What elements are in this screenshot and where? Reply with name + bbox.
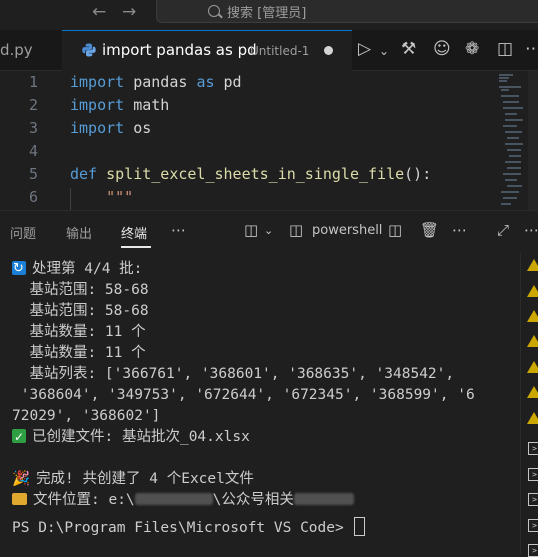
check-icon — [12, 427, 26, 448]
terminal-instance-icon[interactable]: > — [528, 493, 538, 506]
editor-scrollbar[interactable] — [528, 71, 538, 210]
warning-icon[interactable] — [527, 310, 538, 322]
shell-name[interactable]: powershell — [312, 223, 382, 238]
line-number: 1 — [28, 73, 38, 91]
code-line[interactable]: 4 — [0, 140, 500, 163]
line-number: 5 — [28, 165, 38, 183]
terminal-line: 🎉 完成! 共创建了 4 个Excel文件 — [12, 471, 254, 487]
arrow-right-icon[interactable]: → — [122, 2, 136, 22]
split-editor-icon[interactable]: ◫ — [497, 39, 513, 59]
terminal-line: 基站数量: 11 个 — [12, 345, 146, 361]
chevron-down-icon[interactable]: ⌄ — [264, 224, 273, 237]
warning-icon[interactable] — [527, 412, 538, 424]
redacted-text — [293, 493, 354, 505]
terminal-line: 处理第 4/4 批: — [12, 258, 142, 280]
more-icon[interactable]: ⋯ — [525, 39, 538, 59]
party-popper-icon: 🎉 — [12, 471, 31, 487]
hammer-icon[interactable]: ⚒ — [401, 39, 416, 59]
tab-terminal[interactable]: 终端 — [121, 223, 147, 242]
more-icon[interactable]: ⋯ — [452, 221, 467, 239]
tab-description: Untitled-1 — [250, 44, 310, 58]
tab-active-untitled[interactable]: import pandas as pd Untitled-1 — [62, 30, 352, 71]
line-number: 4 — [28, 142, 38, 160]
terminal-line: 已创建文件: 基站批次_04.xlsx — [12, 427, 250, 448]
terminal-icon[interactable]: ◫ — [289, 221, 303, 239]
new-terminal-split-icon[interactable]: ◫ — [244, 221, 258, 239]
warning-icon[interactable] — [527, 259, 538, 271]
tab-output[interactable]: 输出 — [66, 223, 92, 242]
code-line[interactable]: 3 import os — [0, 117, 500, 140]
code-editor[interactable]: 1 import pandas as pd 2 import math 3 import … — [0, 71, 538, 210]
line-number: 2 — [28, 96, 38, 114]
terminal-line: 基站范围: 58-68 — [12, 303, 149, 319]
tab-title: import pandas as pd — [102, 41, 257, 59]
warning-icon[interactable] — [527, 285, 538, 297]
line-number: 6 — [28, 188, 38, 206]
tab-label: d.py — [0, 41, 33, 59]
search-placeholder[interactable]: 搜索 [管理员] — [227, 2, 306, 21]
python-icon — [82, 43, 96, 57]
terminal-output[interactable]: 处理第 4/4 批: 基站范围: 58-68 基站范围: 58-68 基站数量:… — [0, 253, 520, 554]
code-line[interactable]: 1 import pandas as pd — [0, 71, 500, 94]
refresh-icon — [12, 258, 26, 279]
arrow-left-icon[interactable]: ← — [92, 2, 106, 22]
maximize-icon[interactable]: ⤢ — [497, 221, 509, 239]
code-text: def split_excel_sheets_in_single_file(): — [70, 165, 432, 183]
terminal-line: '368604', '349753', '672644', '672345', … — [12, 387, 475, 403]
trash-icon[interactable]: 🗑 — [420, 221, 439, 239]
code-text: import pandas as pd — [70, 73, 242, 91]
active-tab-indicator — [121, 246, 151, 248]
panel-header: 问题 输出 终端 ⋯ ◫ ⌄ ◫ powershell ◫ 🗑 ⋯ ⤢ ⋯ — [0, 210, 538, 253]
split-terminal-icon[interactable]: ◫ — [388, 221, 402, 239]
warning-icon[interactable] — [527, 335, 538, 347]
terminal-prompt: PS D:\Program Files\Microsoft VS Code> — [12, 517, 366, 538]
more-icon[interactable]: ⋯ — [524, 221, 538, 239]
tab-previous-file[interactable]: d.py — [0, 30, 62, 70]
redacted-text — [134, 493, 213, 505]
terminal-line: 基站列表: ['366761', '368601', '368635', '34… — [12, 366, 455, 382]
code-line[interactable]: 5 def split_excel_sheets_in_single_file()… — [0, 163, 500, 186]
minimap[interactable] — [497, 71, 525, 210]
warning-icon[interactable] — [527, 386, 538, 398]
terminal-line: 72029', '368602'] — [12, 408, 161, 424]
title-bar: ← → 搜索 [管理员] — [0, 0, 538, 30]
code-line[interactable]: 2 import math — [0, 94, 500, 117]
code-text: """ — [70, 188, 134, 206]
copilot-icon[interactable]: ☺ — [433, 39, 451, 59]
tab-problems[interactable]: 问题 — [10, 223, 36, 242]
editor-tab-bar: d.py import pandas as pd Untitled-1 ▷ ⌄ … — [0, 30, 538, 71]
unsaved-dot-icon[interactable] — [324, 46, 333, 55]
chevron-down-icon[interactable]: ⌄ — [379, 41, 389, 61]
terminal-tabs-strip: > > > > > — [520, 253, 538, 557]
code-text: import os — [70, 119, 152, 137]
terminal-line: 基站范围: 58-68 — [12, 282, 149, 298]
terminal-cursor — [354, 517, 366, 536]
folder-icon — [12, 493, 27, 505]
search-icon — [208, 5, 220, 17]
terminal-instance-icon[interactable]: > — [528, 519, 538, 532]
more-icon[interactable]: ⋯ — [171, 221, 186, 239]
terminal-line: 基站数量: 11 个 — [12, 324, 146, 340]
terminal-instance-icon[interactable]: > — [528, 468, 538, 481]
terminal-line: 文件位置: e:\ \公众号相关 — [12, 490, 354, 511]
openai-icon[interactable]: ❁ — [465, 39, 479, 59]
run-icon[interactable]: ▷ — [358, 39, 371, 59]
warning-icon[interactable] — [527, 361, 538, 373]
terminal-instance-icon[interactable]: > — [528, 544, 538, 557]
code-text: import math — [70, 96, 170, 114]
code-line[interactable]: 6 """ — [0, 186, 500, 209]
line-number: 3 — [28, 119, 38, 137]
terminal-instance-icon[interactable]: > — [528, 442, 538, 455]
